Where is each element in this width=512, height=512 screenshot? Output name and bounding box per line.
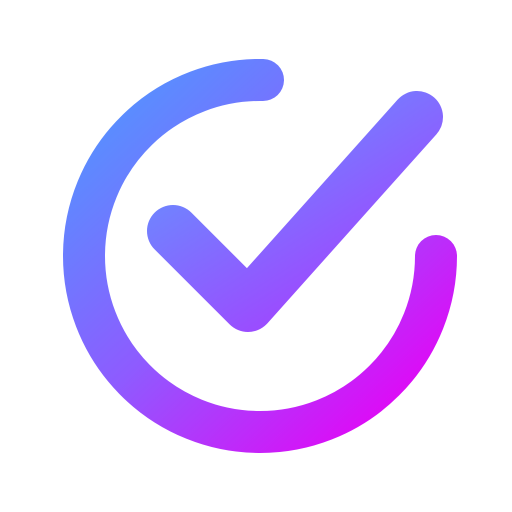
checkmark — [147, 91, 443, 332]
check-circle-icon — [63, 58, 457, 453]
app-icon — [0, 0, 512, 512]
